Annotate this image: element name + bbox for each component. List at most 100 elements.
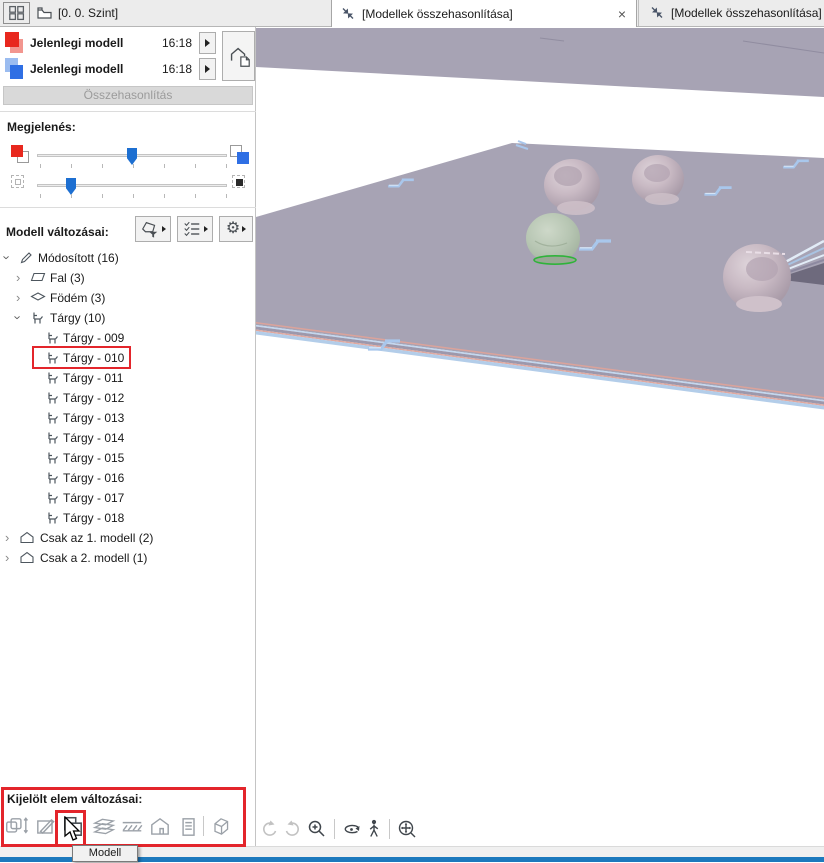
undo-icon[interactable]: [258, 818, 280, 840]
slider2-ticks: [40, 194, 228, 198]
chair-icon: [48, 492, 58, 504]
tree-item-fal[interactable]: › Fal (3): [0, 268, 255, 288]
model-row-1: Jelenlegi modell 16:18: [0, 32, 256, 55]
pencil-icon: [20, 252, 32, 264]
3d-view-icon: [651, 7, 663, 18]
divider: [0, 207, 256, 208]
criteria-list-button[interactable]: [177, 216, 213, 242]
tree-item-csak-1[interactable]: › Csak az 1. modell (2): [0, 528, 255, 548]
tree-item-fodem[interactable]: › Födém (3): [0, 288, 255, 308]
model1-time: 16:18: [161, 36, 192, 50]
chevron-right-icon[interactable]: ›: [16, 291, 20, 304]
viewport-toolbar: [258, 818, 420, 840]
tree-item-targy-011[interactable]: Tárgy - 011: [0, 368, 255, 388]
floor-plan-icon: [37, 7, 52, 19]
tree-item-targy-010-selected[interactable]: Tárgy - 010: [0, 346, 255, 369]
3d-viewport[interactable]: [256, 27, 824, 846]
gear-icon: ⚙: [225, 220, 241, 237]
model2-time: 16:18: [161, 62, 192, 76]
tree-item-targy[interactable]: › Tárgy (10): [0, 308, 255, 328]
tree-item-targy-013[interactable]: Tárgy - 013: [0, 408, 255, 428]
tab-floor-plan-label: [0. 0. Szint]: [58, 6, 119, 20]
model2-name: Jelenlegi modell: [30, 62, 124, 76]
swap-models-button[interactable]: [222, 31, 255, 81]
tree-item-targy-017[interactable]: Tárgy - 017: [0, 488, 255, 508]
tab-bar: [0. 0. Szint] [Modellek összehasonlítása…: [0, 0, 824, 27]
context-opacity-max-icon: [232, 175, 252, 195]
tree-item-targy-012[interactable]: Tárgy - 012: [0, 388, 255, 408]
slider2-thumb[interactable]: [66, 178, 76, 195]
grid-icon: [8, 5, 24, 21]
checklist-icon: [184, 221, 200, 237]
chair-icon: [33, 312, 43, 324]
3d-view-icon: [342, 7, 354, 19]
slab-icon: [30, 292, 46, 301]
chevron-down-icon[interactable]: ›: [0, 255, 15, 259]
chair-icon: [48, 512, 58, 524]
app-window: [0. 0. Szint] [Modellek összehasonlítása…: [0, 0, 824, 863]
model2-color-swatch: [5, 58, 24, 80]
annotation-rectangle-outer: [1, 787, 246, 847]
chevron-right-icon[interactable]: ›: [5, 551, 9, 564]
arrow-right-icon: [162, 226, 166, 232]
chair-icon: [48, 392, 58, 404]
tab-model-compare-1[interactable]: [Modellek összehasonlítása] ×: [331, 0, 637, 27]
annotation-rectangle: [32, 346, 131, 369]
house-copy-icon: [230, 47, 250, 67]
chevron-down-icon[interactable]: ›: [11, 315, 26, 319]
orbit-icon[interactable]: [341, 818, 363, 840]
fit-in-window-icon[interactable]: [396, 818, 420, 840]
tooltip: Modell: [72, 845, 138, 862]
appearance-label: Megjelenés:: [7, 120, 76, 134]
redo-icon[interactable]: [282, 818, 304, 840]
tree-item-targy-014[interactable]: Tárgy - 014: [0, 428, 255, 448]
chevron-right-icon[interactable]: ›: [5, 531, 9, 544]
model-compare-panel: Jelenlegi modell 16:18 Jelenlegi modell …: [0, 27, 256, 862]
house-icon: [20, 531, 34, 544]
arrow-right-icon: [204, 226, 208, 232]
chair-icon: [48, 452, 58, 464]
zoom-in-icon[interactable]: [306, 818, 328, 840]
tab-model-compare-2[interactable]: [Modellek összehasonlítása]: [638, 0, 824, 26]
paint-filter-icon: [141, 221, 158, 238]
chair-icon: [48, 412, 58, 424]
tree-item-targy-016[interactable]: Tárgy - 016: [0, 468, 255, 488]
chair-icon: [48, 372, 58, 384]
chevron-right-icon[interactable]: ›: [16, 271, 20, 284]
highlight-filter-button[interactable]: [135, 216, 171, 242]
tree-item-targy-015[interactable]: Tárgy - 015: [0, 448, 255, 468]
arrow-right-icon: [242, 226, 247, 232]
model2-opacity-icon: [230, 145, 250, 165]
model1-name: Jelenlegi modell: [30, 36, 124, 50]
tab-overview-button[interactable]: [3, 2, 30, 24]
3d-scene: [256, 28, 824, 410]
arrow-right-icon: [205, 65, 210, 73]
model-row-2: Jelenlegi modell 16:18: [0, 58, 256, 81]
slider2-track[interactable]: [37, 184, 227, 187]
chair-icon: [48, 332, 58, 344]
house-icon: [20, 551, 34, 564]
divider: [334, 819, 335, 839]
divider: [0, 111, 256, 112]
tree-item-csak-2[interactable]: › Csak a 2. modell (1): [0, 548, 255, 568]
tab-close-icon[interactable]: ×: [618, 7, 626, 21]
mouse-cursor: [64, 816, 81, 841]
arrow-right-icon: [205, 39, 210, 47]
wall-icon: [30, 272, 46, 282]
chair-icon: [48, 432, 58, 444]
model1-opacity-icon: [11, 145, 31, 165]
slider1-ticks: [40, 164, 228, 168]
tab-floor-plan[interactable]: [0. 0. Szint]: [36, 0, 118, 26]
model1-menu-button[interactable]: [199, 32, 216, 54]
slider1-thumb[interactable]: [127, 148, 137, 165]
tree-item-modositott[interactable]: › Módosított (16): [0, 248, 255, 268]
model1-color-swatch: [5, 32, 24, 54]
settings-button[interactable]: ⚙: [219, 216, 253, 242]
tree-item-targy-009[interactable]: Tárgy - 009: [0, 328, 255, 348]
walk-icon[interactable]: [365, 818, 383, 840]
compare-button[interactable]: Összehasonlítás: [3, 86, 253, 105]
tab-label: [Modellek összehasonlítása]: [671, 6, 822, 20]
divider: [389, 819, 390, 839]
tree-item-targy-018[interactable]: Tárgy - 018: [0, 508, 255, 528]
model2-menu-button[interactable]: [199, 58, 216, 80]
